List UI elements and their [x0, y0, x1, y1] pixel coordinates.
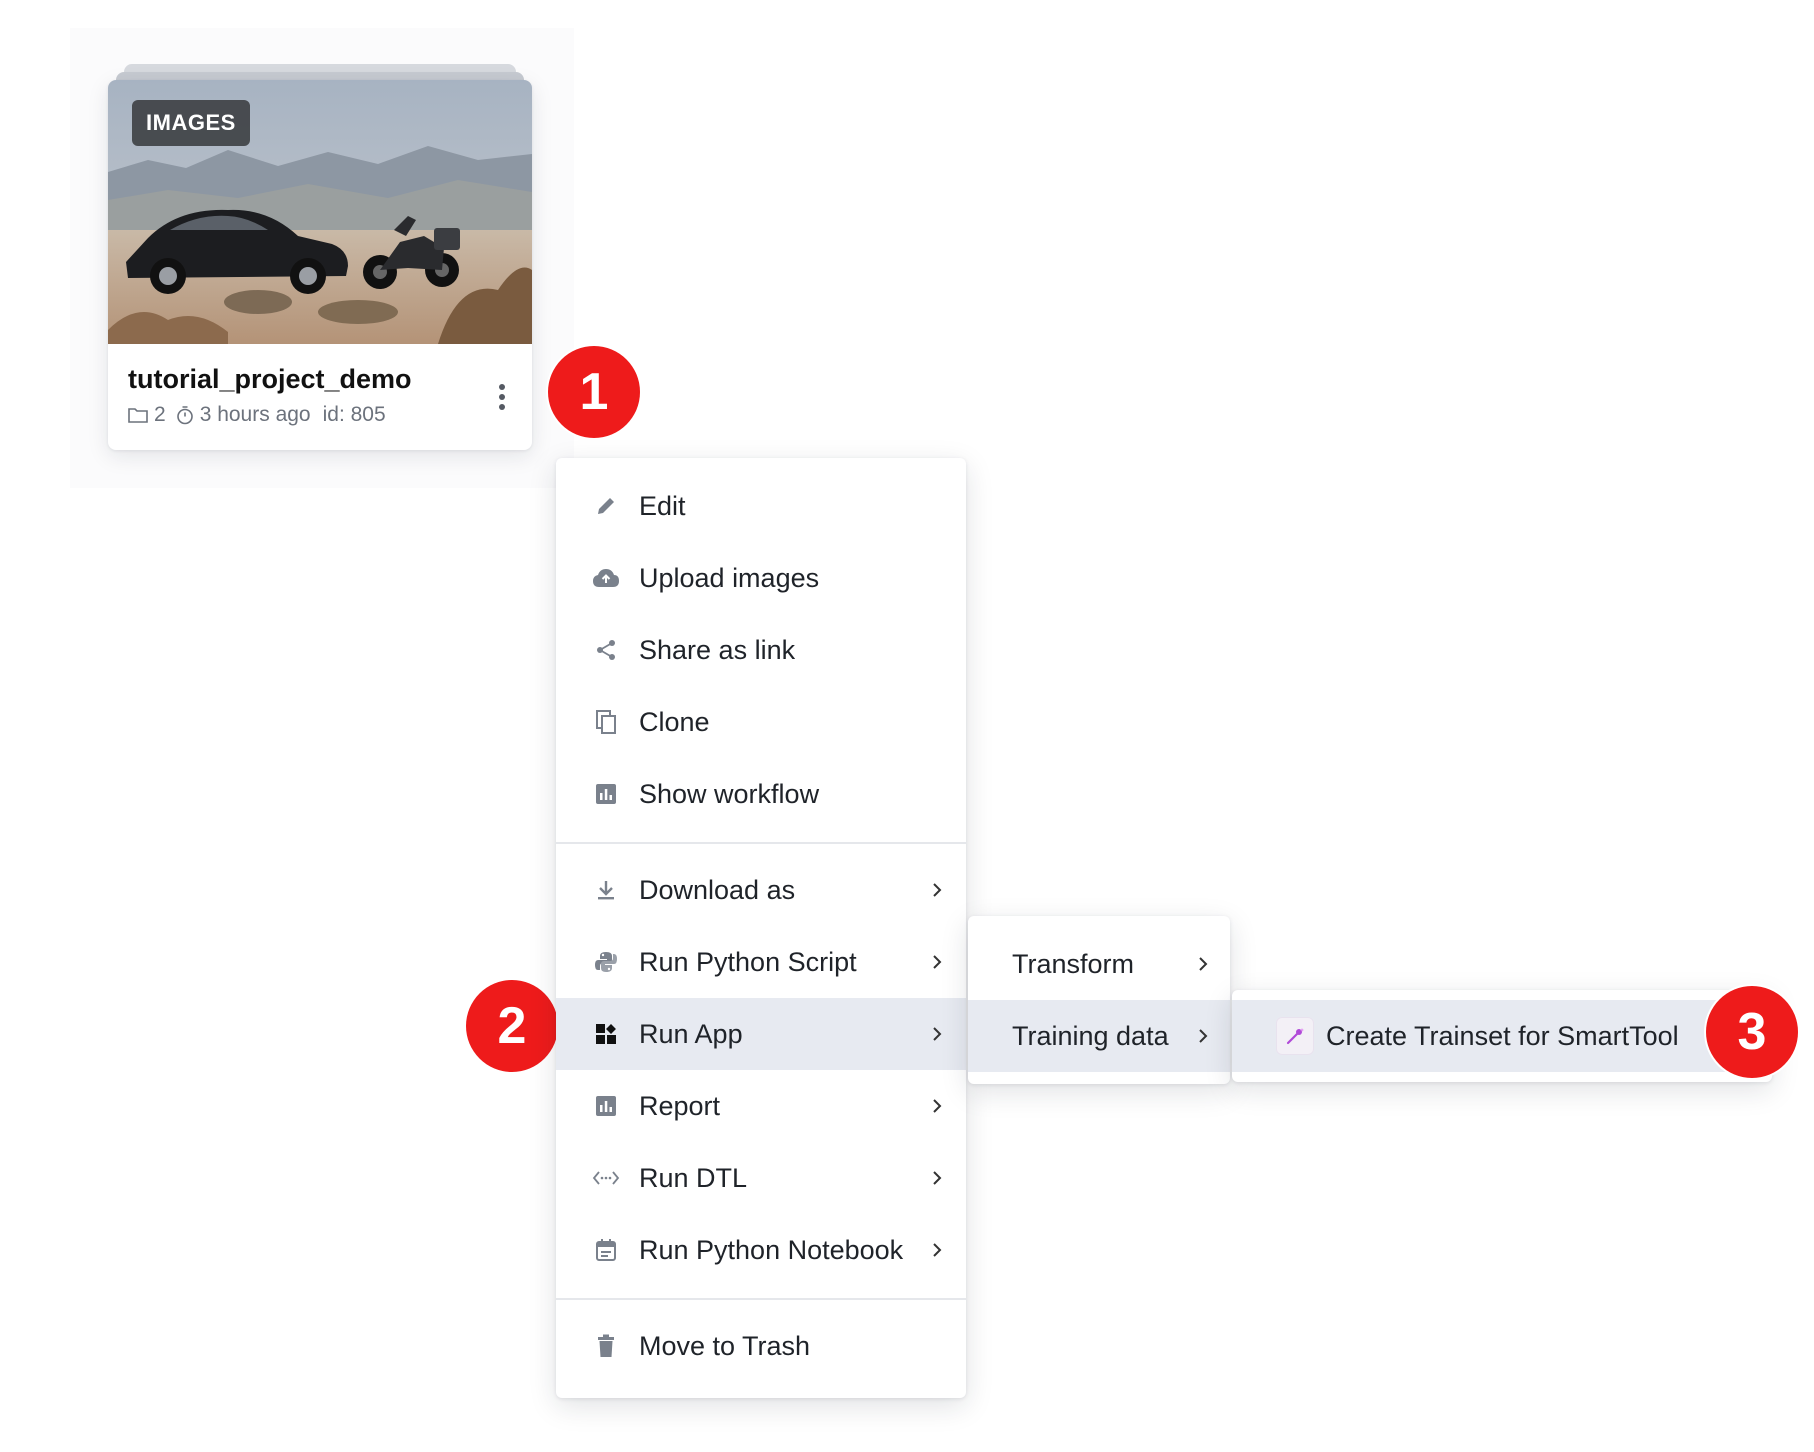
menu-item-run-dtl[interactable]: Run DTL — [556, 1142, 966, 1214]
chevron-right-icon — [926, 879, 948, 901]
cloud-upload-icon — [592, 564, 620, 592]
project-title[interactable]: tutorial_project_demo — [128, 364, 412, 395]
project-id: id: 805 — [322, 403, 386, 426]
project-context-menu: Edit Upload images Share as link Clone S… — [556, 458, 966, 1398]
download-icon — [592, 876, 620, 904]
step-marker-2: 2 — [466, 980, 558, 1072]
chevron-right-icon — [1192, 1025, 1214, 1047]
menu-item-download-as[interactable]: Download as — [556, 854, 966, 926]
chevron-right-icon — [926, 951, 948, 973]
submenu-item-transform[interactable]: Transform — [968, 928, 1230, 1000]
datasets-count: 2 — [154, 403, 166, 426]
menu-item-run-app[interactable]: Run App — [556, 998, 966, 1070]
chevron-right-icon — [926, 1167, 948, 1189]
project-card[interactable]: IMAGES tutorial_project_demo 2 3 hours a… — [108, 80, 532, 450]
folder-icon — [128, 407, 148, 423]
training-data-submenu: Create Trainset for SmartTool — [1232, 990, 1772, 1082]
timer-icon — [176, 405, 194, 425]
python-icon — [592, 948, 620, 976]
menu-divider — [556, 842, 966, 844]
menu-item-report[interactable]: Report — [556, 1070, 966, 1142]
submenu-item-create-trainset[interactable]: Create Trainset for SmartTool — [1232, 1000, 1772, 1072]
chevron-right-icon — [926, 1023, 948, 1045]
notebook-icon — [592, 1236, 620, 1264]
menu-item-show-workflow[interactable]: Show workflow — [556, 758, 966, 830]
copy-icon — [592, 708, 620, 736]
share-icon — [592, 636, 620, 664]
trash-icon — [592, 1332, 620, 1360]
code-icon — [592, 1164, 620, 1192]
menu-divider — [556, 1298, 966, 1300]
more-options-button[interactable] — [484, 370, 520, 424]
menu-item-clone[interactable]: Clone — [556, 686, 966, 758]
chevron-right-icon — [926, 1095, 948, 1117]
run-app-submenu: Transform Training data — [968, 916, 1230, 1084]
project-type-badge: IMAGES — [132, 100, 250, 146]
apps-icon — [592, 1020, 620, 1048]
menu-item-move-to-trash[interactable]: Move to Trash — [556, 1310, 966, 1382]
chevron-right-icon — [926, 1239, 948, 1261]
submenu-item-training-data[interactable]: Training data — [968, 1000, 1230, 1072]
pencil-icon — [592, 492, 620, 520]
time-ago: 3 hours ago — [199, 403, 311, 426]
menu-item-upload-images[interactable]: Upload images — [556, 542, 966, 614]
menu-item-share-as-link[interactable]: Share as link — [556, 614, 966, 686]
more-vertical-icon — [499, 384, 505, 410]
report-icon — [592, 1092, 620, 1120]
chart-icon — [592, 780, 620, 808]
project-meta: 2 3 hours ago id: 805 — [128, 403, 386, 427]
menu-item-edit[interactable]: Edit — [556, 470, 966, 542]
wand-icon — [1276, 1017, 1314, 1055]
chevron-right-icon — [1192, 953, 1214, 975]
menu-item-run-python-notebook[interactable]: Run Python Notebook — [556, 1214, 966, 1286]
menu-item-run-python-script[interactable]: Run Python Script — [556, 926, 966, 998]
step-marker-1: 1 — [548, 346, 640, 438]
step-marker-3: 3 — [1706, 986, 1798, 1078]
